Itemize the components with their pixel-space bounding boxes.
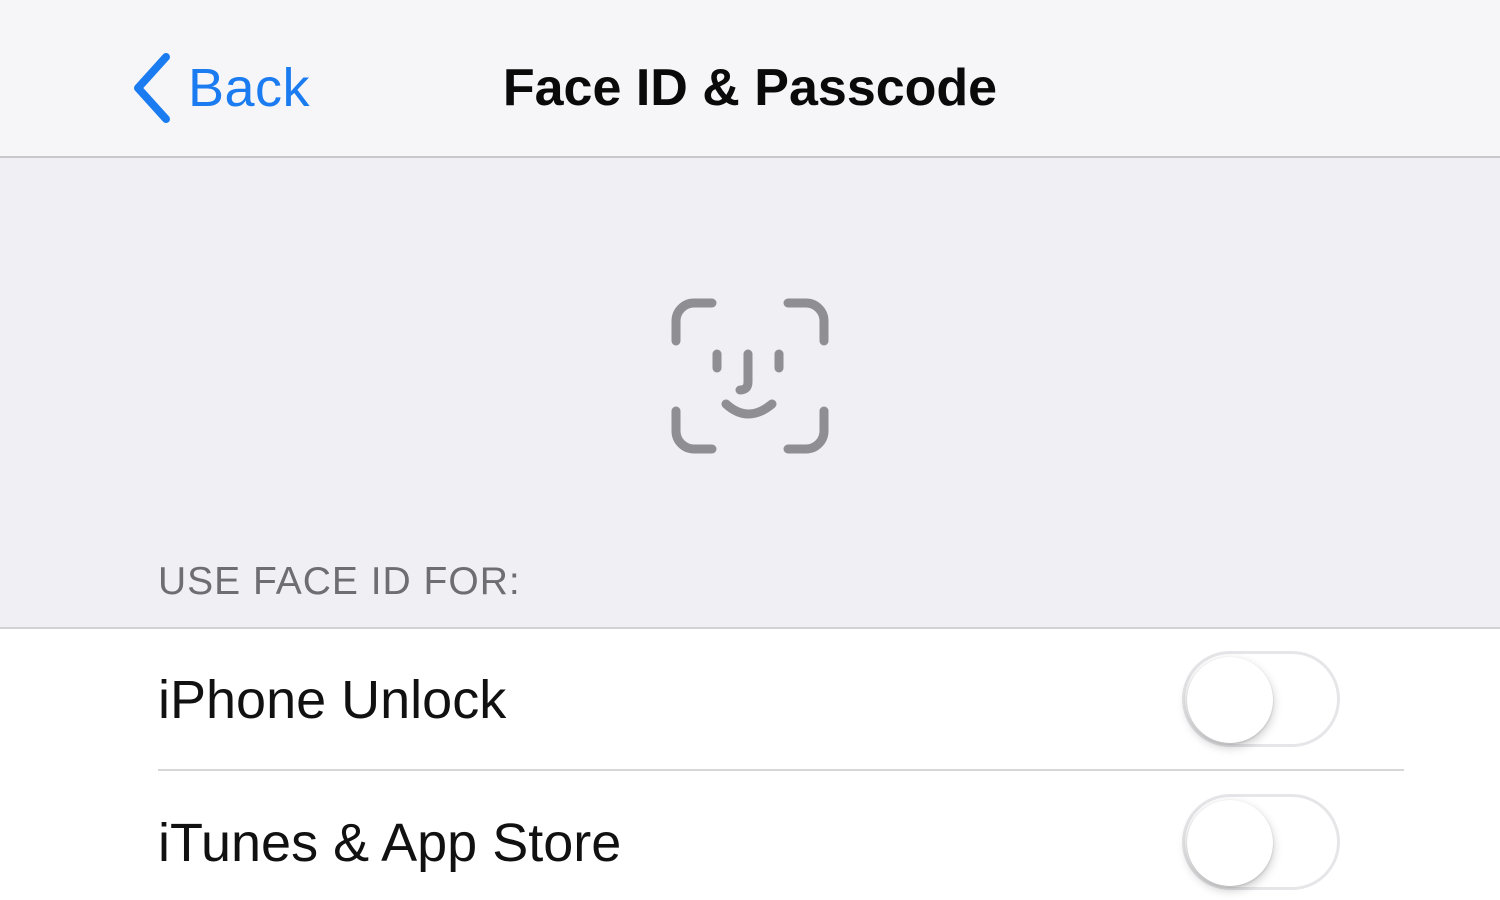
setting-row-iphone-unlock[interactable]: iPhone Unlock — [0, 629, 1500, 771]
settings-list: iPhone Unlock iTunes & App Store — [0, 627, 1500, 900]
settings-screen: Back Face ID & Passcode USE FACE ID FOR:… — [0, 0, 1500, 900]
setting-label: iPhone Unlock — [158, 670, 507, 730]
toggle-knob — [1187, 800, 1273, 886]
navigation-bar: Back Face ID & Passcode — [0, 0, 1500, 158]
iphone-unlock-toggle[interactable] — [1182, 651, 1340, 747]
itunes-app-store-toggle[interactable] — [1182, 794, 1340, 890]
setting-label: iTunes & App Store — [158, 813, 622, 873]
setting-row-itunes-app-store[interactable]: iTunes & App Store — [0, 772, 1500, 900]
face-id-icon — [671, 298, 829, 454]
section-header: USE FACE ID FOR: — [158, 560, 521, 603]
row-divider — [158, 769, 1404, 771]
page-title: Face ID & Passcode — [502, 59, 998, 117]
toggle-knob — [1187, 657, 1273, 743]
